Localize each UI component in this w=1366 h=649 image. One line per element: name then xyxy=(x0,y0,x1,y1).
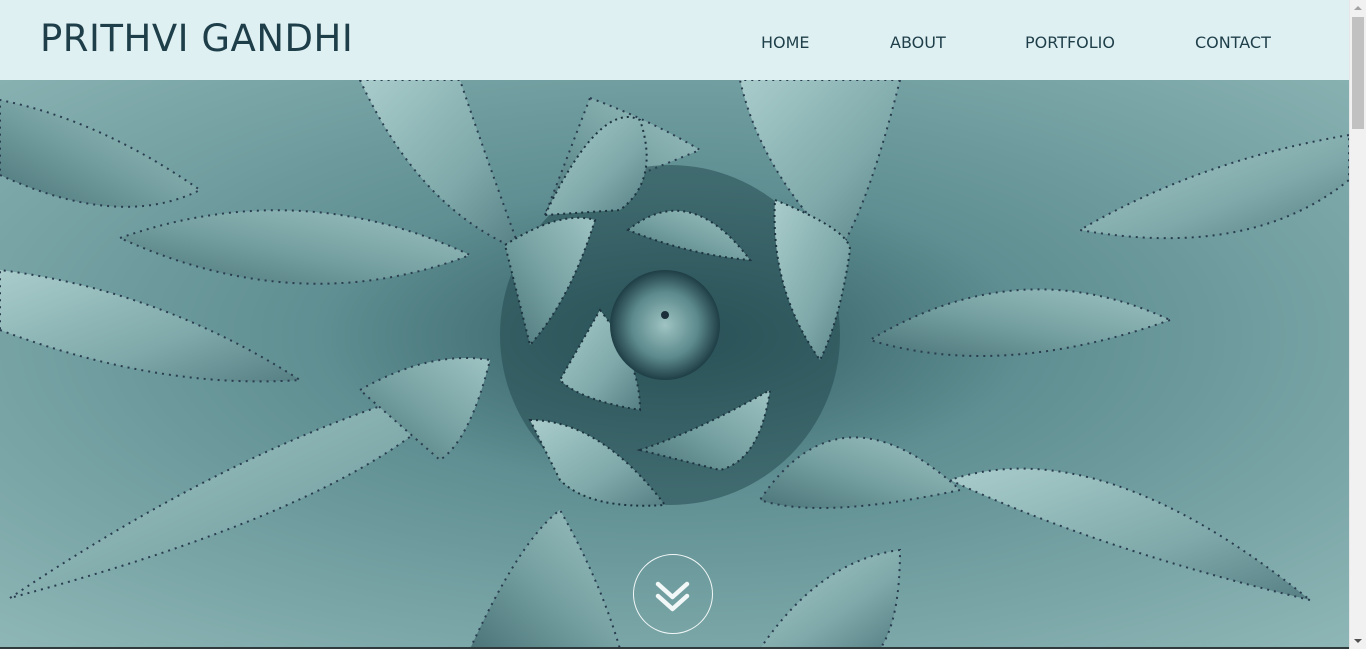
hero-section xyxy=(0,80,1349,649)
scroll-down-button[interactable] xyxy=(633,554,713,634)
nav-about-link[interactable]: ABOUT xyxy=(890,30,946,56)
page-scrollbar[interactable] xyxy=(1349,0,1366,649)
double-chevron-down-icon xyxy=(655,581,690,612)
scroll-up-arrow-icon[interactable] xyxy=(1350,0,1366,17)
site-header: PRITHVI GANDHI HOME ABOUT PORTFOLIO CONT… xyxy=(0,0,1349,80)
nav-contact-link[interactable]: CONTACT xyxy=(1195,30,1271,56)
nav-portfolio-link[interactable]: PORTFOLIO xyxy=(1025,30,1115,56)
scrollbar-thumb[interactable] xyxy=(1352,17,1364,129)
page: PRITHVI GANDHI HOME ABOUT PORTFOLIO CONT… xyxy=(0,0,1349,649)
nav-home-link[interactable]: HOME xyxy=(761,30,810,56)
browser-viewport: PRITHVI GANDHI HOME ABOUT PORTFOLIO CONT… xyxy=(0,0,1366,649)
main-nav: HOME ABOUT PORTFOLIO CONTACT xyxy=(0,30,1349,56)
scroll-down-arrow-icon[interactable] xyxy=(1350,632,1366,649)
